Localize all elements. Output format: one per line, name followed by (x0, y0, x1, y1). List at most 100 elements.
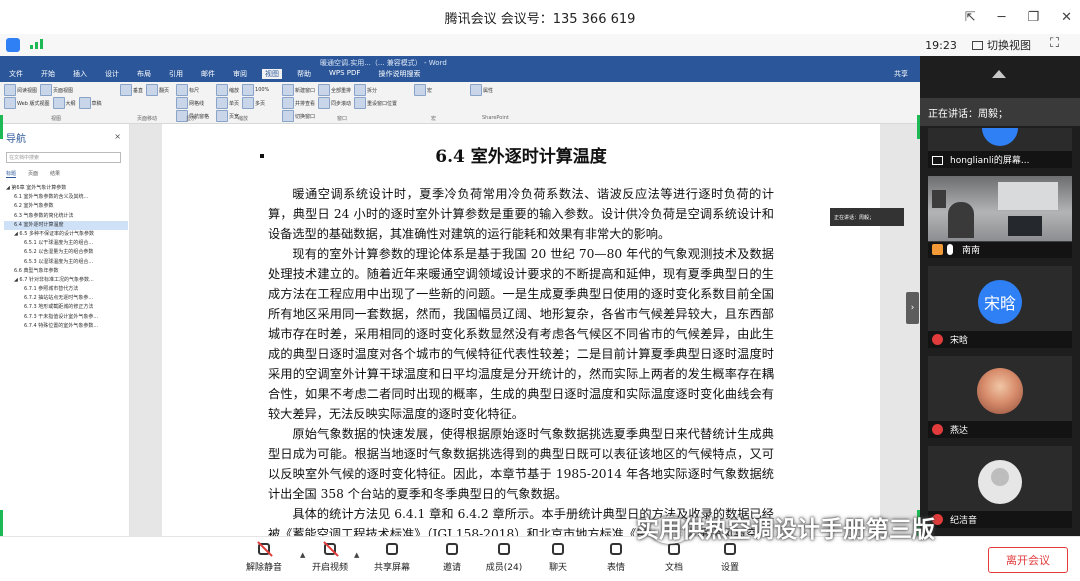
participant-tile-avatar[interactable]: 宋晗 宋晗 (928, 266, 1072, 348)
nav-search-input[interactable]: 在文档中搜索 (6, 152, 121, 163)
maximize-button[interactable]: ❐ (1027, 10, 1039, 25)
word-share[interactable]: 共享 (894, 69, 908, 79)
ribbon-tab[interactable]: 布局 (134, 69, 154, 79)
document-page: 6.4 室外逐时计算温度 暖通空调系统设计时，夏季冷负荷常用冷负荷系数法、谐波反… (162, 124, 880, 536)
ribbon-tab[interactable]: 邮件 (198, 69, 218, 79)
share-screen-icon (383, 541, 401, 557)
participant-tile-photo[interactable]: 燕达 (928, 356, 1072, 438)
ribbon-icon (4, 97, 16, 109)
ribbon-button[interactable]: 多页 (242, 97, 265, 109)
ribbon-button[interactable]: 全部重排 (318, 84, 351, 96)
outline-item[interactable]: 6.7.2 抽站站点无逐时气象参... (4, 294, 128, 303)
ribbon-button[interactable]: 切换窗口 (282, 110, 315, 122)
participant-tile-screen[interactable]: honglianli的屏幕... (928, 128, 1072, 168)
ribbon-button[interactable]: 翻页 (146, 84, 169, 96)
ribbon-tab[interactable]: 设计 (102, 69, 122, 79)
ribbon-button[interactable]: 阅读视图 (4, 84, 37, 96)
nav-tab[interactable]: 标题 (6, 170, 17, 178)
toolbar-label: 邀请 (442, 563, 461, 573)
nav-outline: ◢ 第6章 室外气象计算参数 6.1 室外气象参数的含义及其统... 6.2 室外气… (4, 184, 128, 331)
ribbon-label: 网格线 (189, 100, 205, 107)
window-title: 腾讯会议 会议号：135 366 619 (444, 11, 636, 27)
ribbon-label: 重设窗口位置 (367, 100, 398, 107)
outline-item[interactable]: 6.4 室外逐时计算温度 (4, 220, 128, 230)
ribbon-button[interactable]: 100% (242, 84, 269, 96)
ribbon-tab[interactable]: 文件 (6, 69, 26, 79)
outline-item[interactable]: 6.7.1 参照城市替代方法 (4, 285, 128, 294)
toolbar-button[interactable]: 邀请 (424, 541, 480, 573)
ribbon-button[interactable]: 垂直 (120, 84, 143, 96)
toolbar-button[interactable]: 设置 (702, 541, 758, 573)
ribbon-tab[interactable]: 帮助 (294, 69, 314, 79)
scroll-up-icon[interactable] (992, 70, 1006, 78)
switch-view-button[interactable]: 切换视图 (972, 36, 1031, 54)
participant-tile-gray[interactable]: 纪洁音 (928, 446, 1072, 528)
leave-meeting-button[interactable]: 离开会议 (988, 547, 1068, 573)
outline-item[interactable]: 6.5.1 以干球温度为主的组合... (4, 239, 128, 248)
ribbon-icon (4, 84, 16, 96)
outline-item[interactable]: 6.3 气象参数的简化统计法 (4, 212, 128, 221)
ribbon-button[interactable]: 网格线 (176, 97, 204, 109)
ribbon-icon (470, 84, 482, 96)
ribbon-button[interactable]: 同步滚动 (318, 97, 351, 109)
ribbon-button[interactable]: 草稿 (78, 97, 102, 109)
outline-item[interactable]: ◢ 6.5 多种不保证率的设计气象参数 (4, 230, 128, 239)
toolbar-button[interactable]: 成员(24) (476, 541, 532, 573)
caret-up-icon[interactable]: ▲ (354, 551, 359, 559)
toolbar-button[interactable]: 开启视频 (302, 541, 358, 573)
ribbon-button[interactable]: 大纲 (52, 97, 76, 109)
outline-item[interactable]: 6.2 室外气象参数 (4, 202, 128, 211)
ribbon-tab[interactable]: 操作说明搜索 (375, 69, 423, 79)
chat-icon (549, 541, 567, 557)
word-doc-title: 暖通空调.实用...（... 兼容模式） - Word (320, 59, 447, 67)
outline-item[interactable]: 6.5.2 以含湿量为主的组合参数 (4, 248, 128, 257)
network-signal-icon[interactable] (30, 39, 43, 49)
toolbar-button[interactable]: 文档 (646, 541, 702, 573)
caret-up-icon[interactable]: ▲ (300, 551, 305, 559)
close-button[interactable]: ✕ (1061, 10, 1072, 25)
ribbon-label: 单页 (229, 100, 240, 107)
ribbon-button[interactable]: 属性 (470, 84, 493, 96)
close-icon[interactable]: × (114, 132, 121, 141)
toolbar-button[interactable]: 聊天 (530, 541, 586, 573)
ribbon-button[interactable]: 页面视图 (40, 84, 73, 96)
ribbon-label: 垂直 (133, 87, 144, 94)
ribbon-icon (318, 97, 331, 109)
nav-tab[interactable]: 页面 (28, 170, 38, 178)
fullscreen-icon[interactable]: ⛶ (1050, 36, 1059, 51)
ribbon-tab[interactable]: 开始 (38, 69, 58, 79)
ribbon-button[interactable]: 标尺 (176, 84, 199, 96)
security-shield-icon[interactable] (6, 38, 20, 52)
outline-item[interactable]: ◢ 第6章 室外气象计算参数 (4, 184, 128, 193)
ribbon-tab[interactable]: 引用 (166, 69, 186, 79)
participant-tile-camera[interactable]: 南南 (928, 176, 1072, 258)
ribbon-tab[interactable]: 视图 (262, 69, 282, 79)
outline-item[interactable]: 6.1 室外气象参数的含义及其统... (4, 193, 128, 202)
outline-item[interactable]: ◢ 6.7 针对非标准工况的气象参数... (4, 276, 128, 285)
ribbon-button[interactable]: 并排查看 (282, 97, 315, 109)
outline-item[interactable]: 6.7.4 特殊位置的室外气象参数... (4, 322, 128, 331)
ribbon-button[interactable]: 重设窗口位置 (354, 97, 397, 109)
toolbar-button[interactable]: 表情 (588, 541, 644, 573)
ribbon-button[interactable]: 宏 (414, 84, 432, 96)
ribbon-tab[interactable]: WPS PDF (326, 69, 363, 79)
ribbon-button[interactable]: 新建窗口 (282, 84, 315, 96)
outline-item[interactable]: 6.7.3 地形或截距城的修正方法 (4, 303, 128, 312)
minimize-button[interactable]: ─ (998, 10, 1006, 25)
nav-tab[interactable]: 结果 (50, 170, 60, 178)
outline-item[interactable]: 6.5.3 以湿球温度为主的组合... (4, 258, 128, 267)
toolbar-button[interactable]: 解除静音 (236, 541, 292, 573)
ribbon-tab[interactable]: 审阅 (230, 69, 250, 79)
ribbon-tab[interactable]: 插入 (70, 69, 90, 79)
outline-item[interactable]: 6.6 典型气象年参数 (4, 267, 128, 276)
ribbon-button[interactable]: 拆分 (354, 84, 377, 96)
toolbar-button[interactable]: 共享屏幕 (364, 541, 420, 573)
ribbon-button[interactable]: 页宽 (216, 110, 239, 122)
ribbon-button[interactable]: 单页 (216, 97, 239, 109)
ribbon-button[interactable]: Web 版式视图 (4, 97, 50, 109)
pin-icon[interactable]: ⇱ (965, 10, 976, 25)
collapse-sidebar-button[interactable]: › (906, 292, 919, 324)
ribbon-button[interactable]: 缩放 (216, 84, 239, 96)
outline-item[interactable]: 6.7.3 干未指值设计室外气象参... (4, 313, 128, 322)
ribbon-group-name: 视图 (51, 116, 62, 122)
